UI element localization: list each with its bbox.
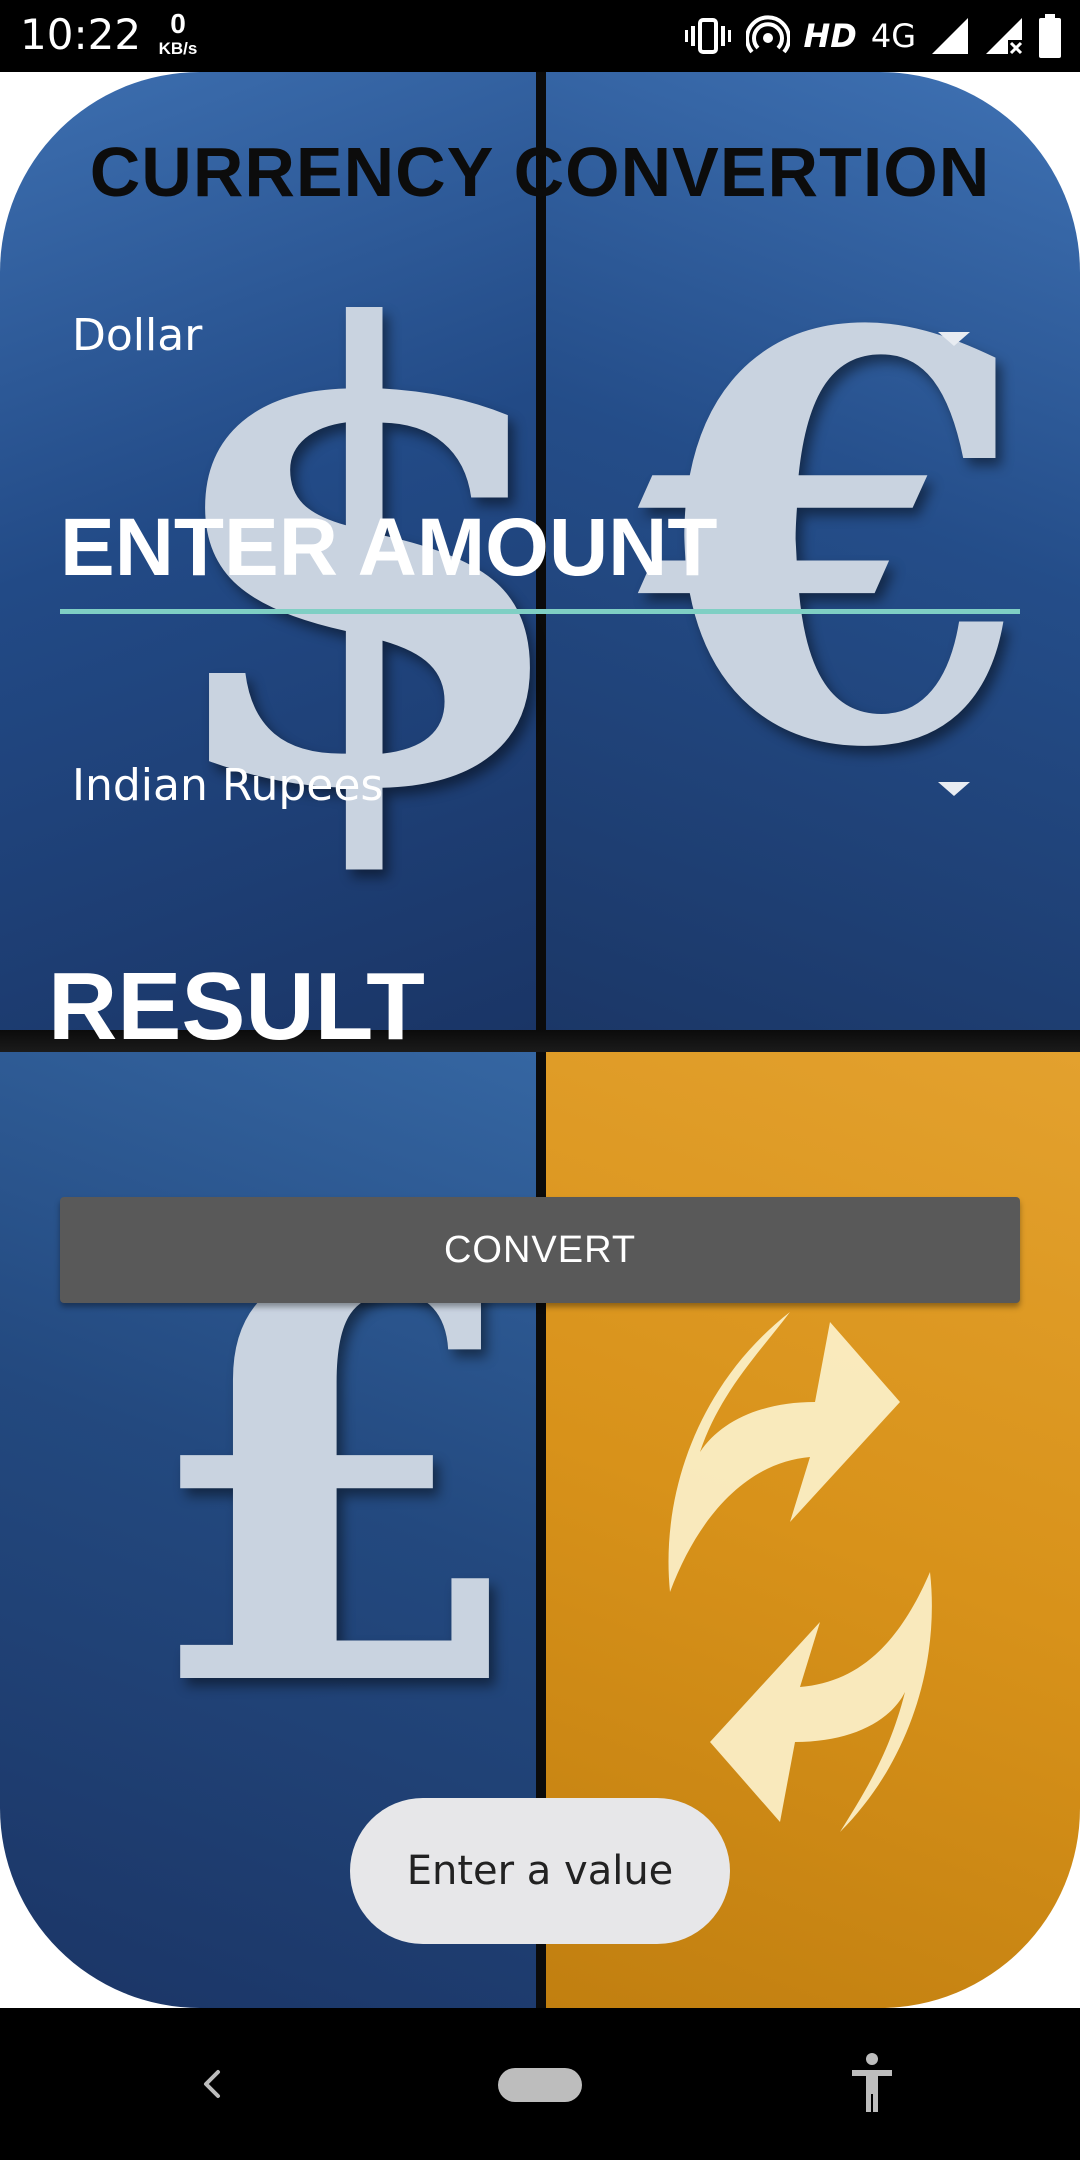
network-type-label: 4G [870, 17, 916, 55]
toast-message: Enter a value [350, 1798, 730, 1944]
battery-icon [1039, 14, 1061, 58]
network-speed-unit: KB/s [158, 39, 198, 58]
signal-icon [932, 18, 968, 54]
signal-no-data-icon [986, 18, 1023, 55]
vibrate-icon [684, 18, 731, 54]
from-currency-dropdown[interactable]: Dollar [60, 294, 1000, 384]
amount-input[interactable] [58, 492, 1020, 604]
dropdown-arrow-icon [938, 782, 970, 796]
network-speed: 0 KB/s [156, 8, 200, 58]
hotspot-icon [745, 15, 790, 54]
screen: 10:22 0 KB/s HD 4G $ € £ CURRENCY CONVER… [0, 0, 1080, 2160]
back-icon[interactable] [190, 2054, 230, 2114]
convert-button[interactable]: CONVERT [60, 1197, 1020, 1303]
network-speed-value: 0 [170, 8, 186, 39]
hd-label: HD [803, 17, 857, 55]
to-currency-selected: Indian Rupees [72, 760, 384, 811]
amount-field [58, 492, 1020, 612]
home-pill-icon[interactable] [498, 2068, 582, 2102]
page-title: CURRENCY CONVERTION [89, 133, 991, 211]
from-currency-selected: Dollar [72, 310, 203, 361]
to-currency-dropdown[interactable]: Indian Rupees [60, 744, 1000, 834]
exchange-arrows-icon [668, 1312, 932, 1832]
amount-input-underline [60, 609, 1020, 614]
result-label: RESULT [48, 953, 425, 1060]
status-icons: HD 4G [684, 12, 1063, 60]
app-content: $ € £ CURRENCY CONVERTION Dollar Indian … [0, 72, 1080, 2008]
accessibility-icon[interactable] [848, 2050, 896, 2114]
navigation-bar [0, 2008, 1080, 2160]
dropdown-arrow-icon [938, 332, 970, 346]
status-bar: 10:22 0 KB/s HD 4G [0, 0, 1080, 72]
status-time: 10:22 [20, 10, 142, 59]
